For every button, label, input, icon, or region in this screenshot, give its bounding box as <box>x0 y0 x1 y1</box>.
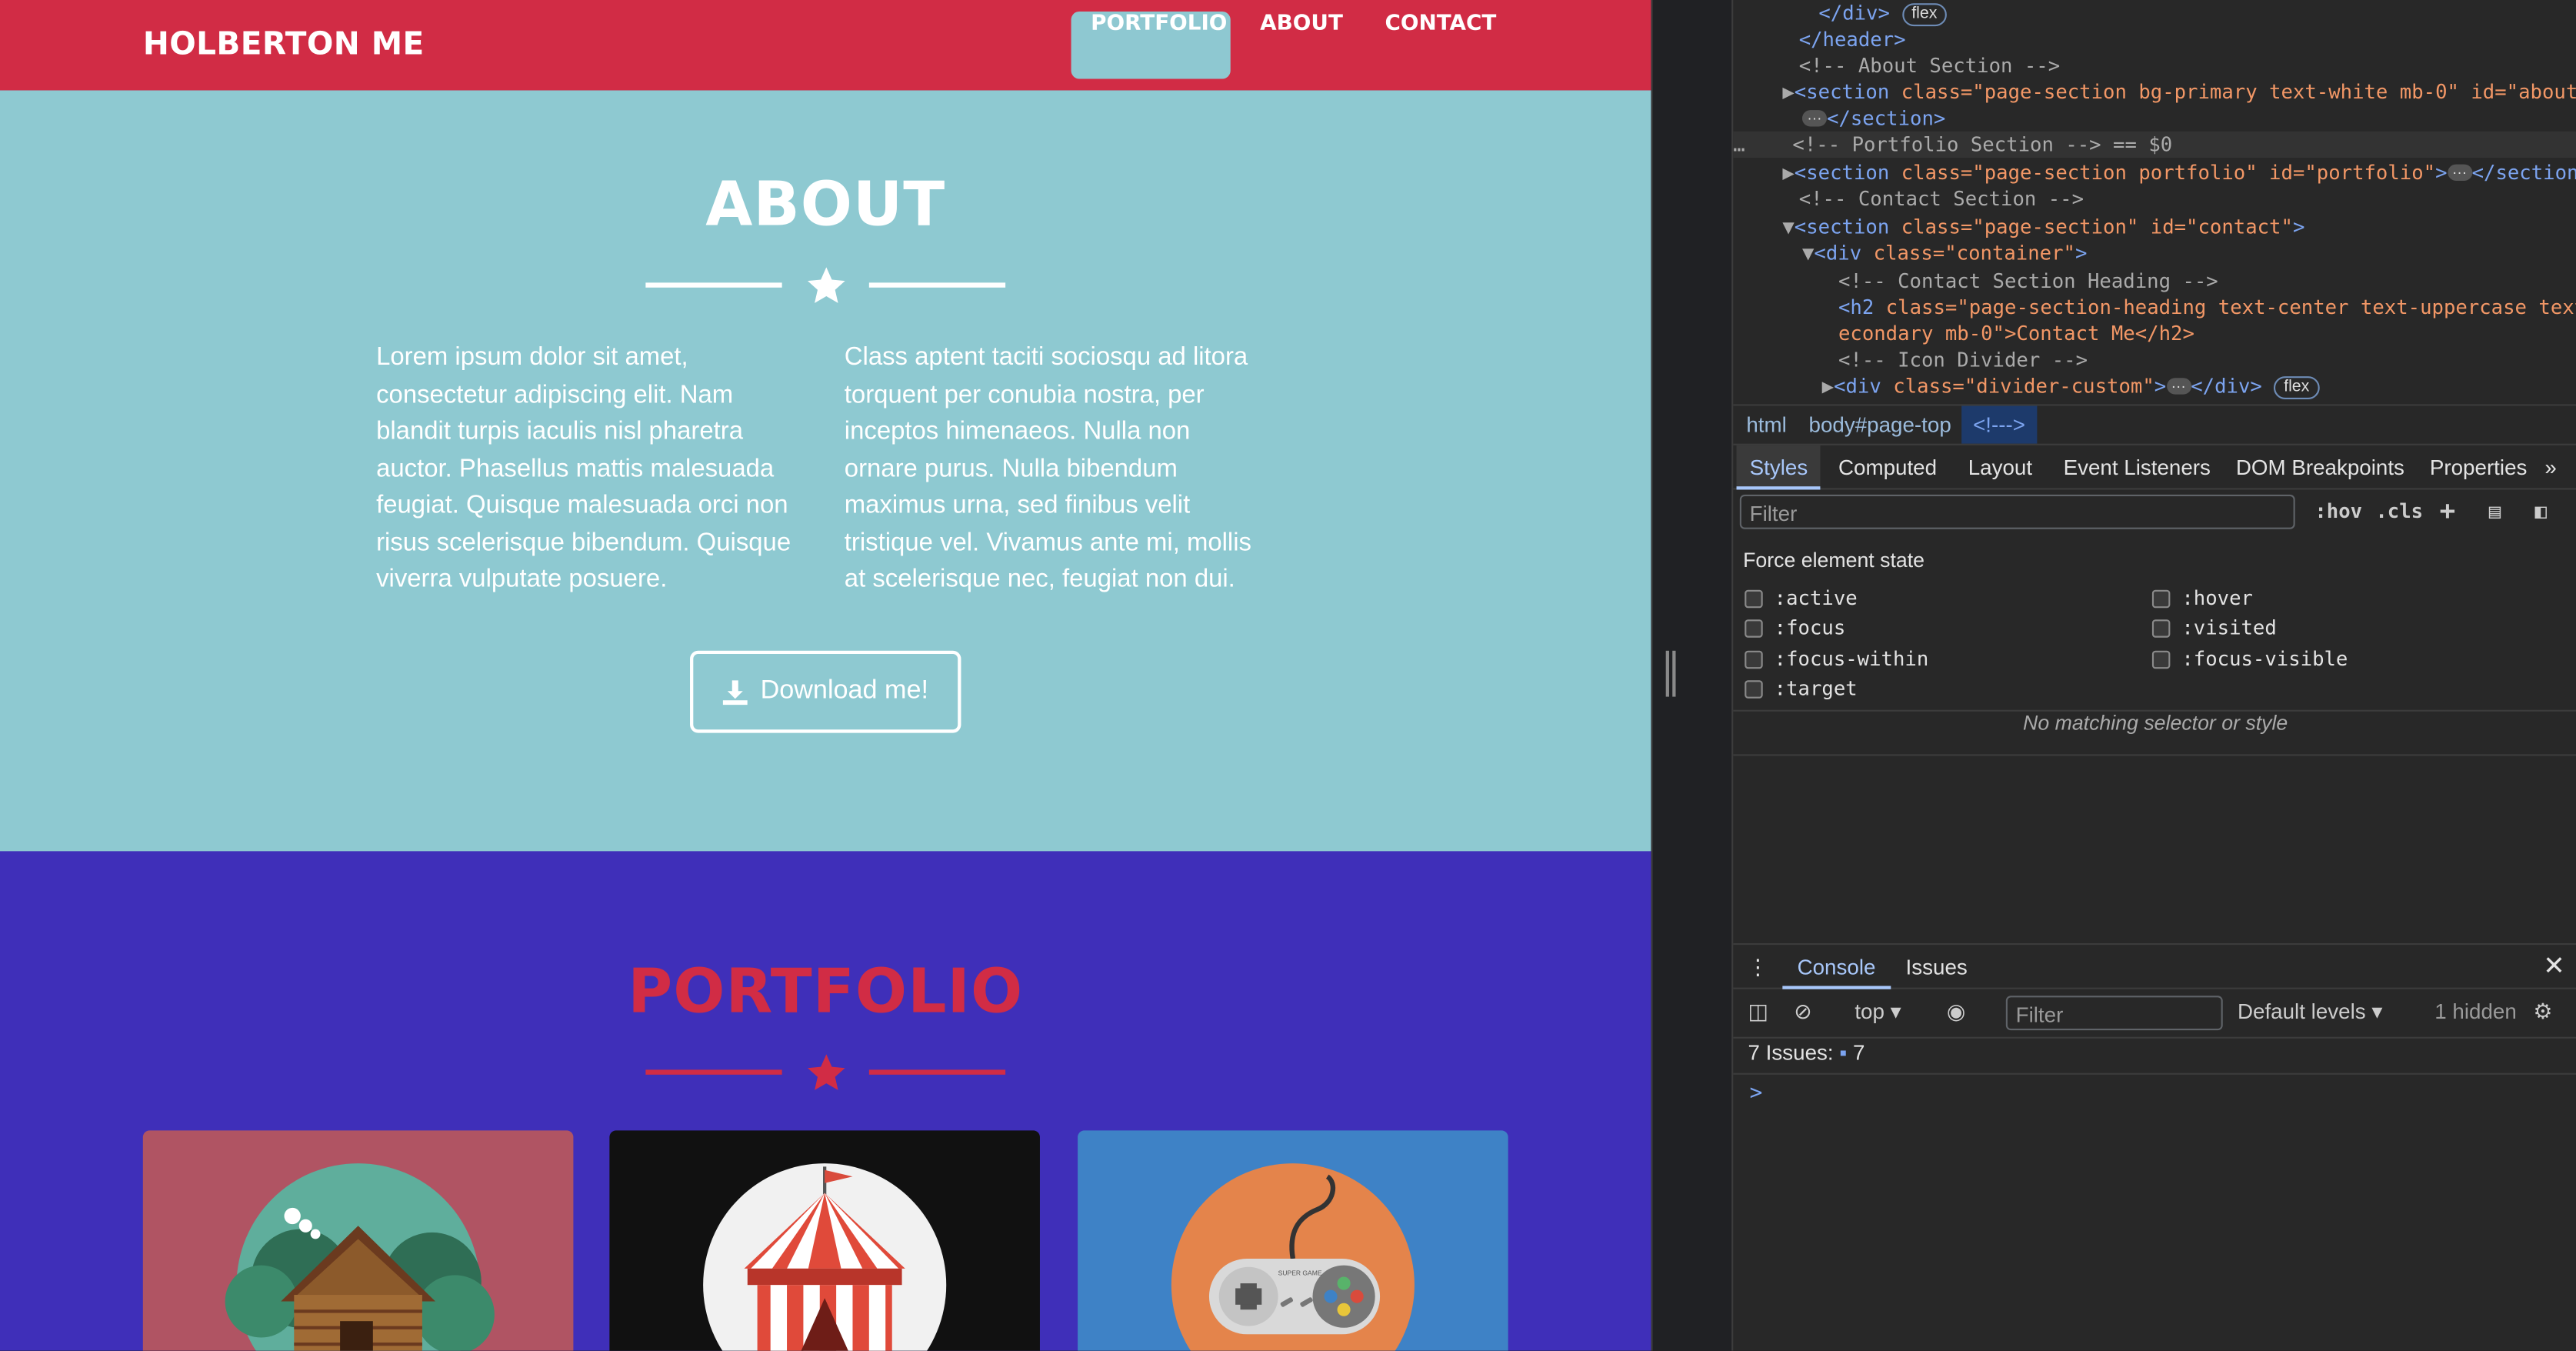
hidden-count: 1 hidden <box>2434 999 2517 1024</box>
portfolio-item-game[interactable]: SUPER GAME <box>1078 1130 1508 1351</box>
console-toolbar: ◫ ⊘ top ▾ ◉ Filter Default levels ▾ 1 hi… <box>1733 989 2576 1039</box>
circus-tent-icon <box>703 1163 947 1351</box>
dom-node[interactable]: econdary mb-0">Contact Me</h2> <box>1838 320 2194 346</box>
elements-tree: </div> flex </header> <!-- About Section… <box>1733 0 2576 404</box>
portfolio-item-circus[interactable] <box>609 1130 1040 1351</box>
controller-label: SUPER GAME <box>1278 1269 1322 1276</box>
clear-console-icon[interactable]: ⊘ <box>1794 999 1811 1026</box>
state-focus-visible[interactable]: :focus-visible <box>2151 648 2348 670</box>
portfolio-title: PORTFOLIO <box>628 956 1024 1027</box>
more-tabs-icon[interactable]: » <box>2544 455 2556 480</box>
tab-console[interactable]: Console <box>1782 945 1891 989</box>
issues-chat-icon: ▪ <box>1839 1039 1848 1065</box>
issues-label: 7 Issues: <box>1748 1039 1834 1065</box>
brand-logo[interactable]: HOLBERTON ME <box>143 26 425 62</box>
star-icon <box>808 267 845 303</box>
divider-line <box>868 282 1006 288</box>
close-drawer-icon[interactable]: ✕ <box>2528 945 2576 989</box>
console-prompt[interactable]: > <box>1733 1072 2576 1106</box>
dom-comment[interactable]: <!-- Icon Divider --> <box>1838 347 2088 373</box>
console-settings-gear-icon[interactable]: ⚙ <box>2533 999 2552 1026</box>
tab-event-listeners[interactable]: Event Listeners <box>2064 455 2211 480</box>
paint-icon[interactable]: ▤ <box>2489 499 2501 522</box>
tab-issues[interactable]: Issues <box>1891 945 1982 989</box>
drawer-tabbar: ⋮ Console Issues ✕ <box>1733 945 2576 989</box>
portfolio-item-cabin[interactable] <box>142 1130 574 1351</box>
dom-node[interactable]: </header> <box>1799 26 1906 52</box>
tab-computed[interactable]: Computed <box>1838 455 1937 480</box>
drawer-menu-icon[interactable]: ⋮ <box>1743 945 1772 989</box>
add-rule-icon[interactable]: + <box>2440 495 2456 526</box>
breadcrumb-html[interactable]: html <box>1746 412 1786 437</box>
about-divider <box>645 259 1006 309</box>
state-hover[interactable]: :hover <box>2151 586 2253 609</box>
live-expression-eye-icon[interactable]: ◉ <box>1947 999 1965 1026</box>
styles-filter-input[interactable]: Filter <box>1739 494 2295 529</box>
website-viewport: HOLBERTON ME PORTFOLIO ABOUT CONTACT ABO… <box>0 0 1651 1351</box>
no-match-message: No matching selector or style <box>1733 709 2576 756</box>
dom-node[interactable]: ▼<div class="container"> <box>1802 240 2087 266</box>
dom-comment[interactable]: <!-- Contact Section Heading --> <box>1838 268 2218 294</box>
hov-toggle[interactable]: :hov <box>2314 499 2362 522</box>
cabin-icon <box>225 1163 495 1351</box>
state-active[interactable]: :active <box>1745 586 1858 609</box>
tab-layout[interactable]: Layout <box>1968 455 2032 480</box>
selected-dom-node[interactable]: … <!-- Portfolio Section --> == $0 <box>1733 131 2576 158</box>
nav-about[interactable]: ABOUT <box>1241 12 1363 79</box>
state-visited[interactable]: :visited <box>2151 616 2277 639</box>
cls-toggle[interactable]: .cls <box>2375 499 2423 522</box>
about-title: ABOUT <box>705 168 946 240</box>
console-sidebar-icon[interactable]: ◫ <box>1748 999 1768 1026</box>
download-label: Download me! <box>760 676 929 706</box>
dom-node[interactable]: ▶<div class="divider-custom"> ··· </div> f… <box>1822 373 2320 399</box>
dom-node[interactable]: ··· </section> <box>1801 105 1945 132</box>
dom-node[interactable]: ▶<section class="page-section portfolio"… <box>1782 159 2576 185</box>
game-controller-icon: SUPER GAME <box>1171 1163 1415 1351</box>
about-text-left: Lorem ipsum dolor sit amet, consectetur … <box>376 343 791 594</box>
star-icon <box>808 1054 845 1090</box>
state-focus-within[interactable]: :focus-within <box>1745 648 1928 670</box>
dom-node[interactable]: <h2 class="page-section-heading text-cen… <box>1838 294 2576 320</box>
log-levels-select[interactable]: Default levels ▾ <box>2238 999 2382 1026</box>
dom-node[interactable]: </div> flex <box>1818 0 1948 27</box>
navbar: HOLBERTON ME PORTFOLIO ABOUT CONTACT <box>0 0 1651 91</box>
devtools-panel: </div> flex </header> <!-- About Section… <box>1731 0 2576 1351</box>
console-filter-input[interactable]: Filter <box>2005 996 2223 1031</box>
tab-styles[interactable]: Styles <box>1736 445 1821 490</box>
issues-count: 7 <box>1852 1039 1865 1065</box>
console-drawer: ⋮ Console Issues ✕ ◫ ⊘ top ▾ ◉ Filter De… <box>1733 942 2576 1351</box>
nav-contact[interactable]: CONTACT <box>1365 12 1516 79</box>
state-focus[interactable]: :focus <box>1745 616 1845 639</box>
context-select[interactable]: top ▾ <box>1855 999 1901 1026</box>
dom-node[interactable]: ▶<section class="page-section bg-primary… <box>1782 79 2576 105</box>
portfolio-divider <box>645 1047 1006 1096</box>
dom-node[interactable]: ▼<section class="page-section" id="conta… <box>1782 214 2304 240</box>
breadcrumb-body[interactable]: body#page-top <box>1809 412 1951 437</box>
dom-comment[interactable]: <!-- About Section --> <box>1799 52 2060 78</box>
state-target[interactable]: :target <box>1745 677 1858 700</box>
nav-portfolio[interactable]: PORTFOLIO <box>1071 11 1231 79</box>
sidebar-toggle-icon[interactable]: ◧ <box>2535 499 2547 522</box>
styles-tabbar: Styles Computed Layout Event Listeners D… <box>1733 443 2576 490</box>
about-text-right: Class aptent taciti sociosqu ad litora t… <box>844 343 1251 594</box>
divider-line <box>645 282 782 288</box>
panel-splitter[interactable] <box>1651 0 1732 1351</box>
issues-summary[interactable]: 7 Issues: ▪ 7 <box>1748 1040 1865 1065</box>
tab-properties[interactable]: Properties <box>2430 455 2528 480</box>
breadcrumb: html body#page-top <!---> <box>1733 404 2576 444</box>
download-button[interactable]: Download me! <box>690 650 961 733</box>
download-icon <box>722 679 748 705</box>
force-state-title: Force element state <box>1743 549 1925 572</box>
divider-line <box>868 1069 1006 1075</box>
breadcrumb-comment[interactable]: <!---> <box>1961 405 2037 444</box>
resize-grip-icon[interactable] <box>1665 650 1676 697</box>
divider-line <box>645 1069 782 1075</box>
styles-toolbar: Filter :hov .cls + ▤ ◧ <box>1733 489 2576 535</box>
tab-dom-breakpoints[interactable]: DOM Breakpoints <box>2236 455 2404 480</box>
dom-comment[interactable]: <!-- Contact Section --> <box>1799 185 2084 212</box>
